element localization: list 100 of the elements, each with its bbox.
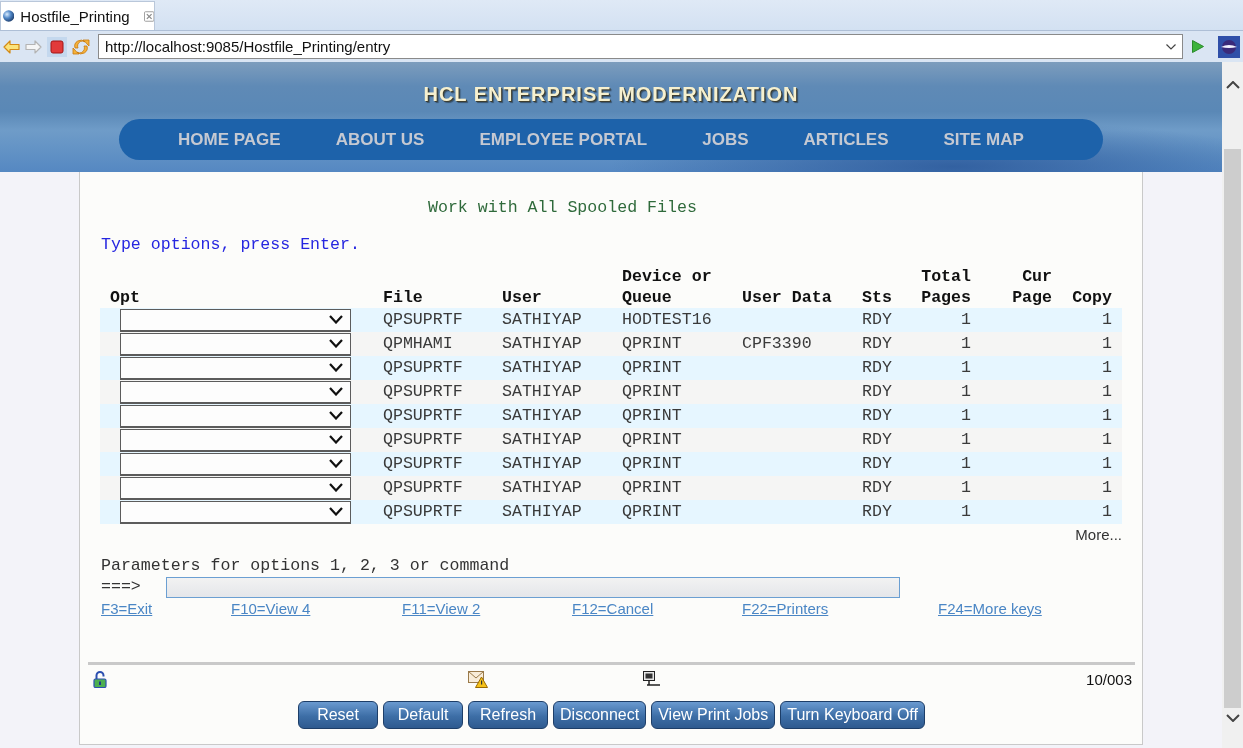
option-dropdown[interactable] [120,332,351,356]
table-cell: 1 [961,502,971,521]
chevron-down-icon[interactable] [329,507,343,516]
close-icon[interactable] [143,10,154,22]
play-icon[interactable] [1192,40,1204,53]
cursor-position: 10/003 [1086,670,1132,688]
option-dropdown[interactable] [120,428,351,452]
table-cell: 1 [961,382,971,401]
instruction-text: Type options, press Enter. [101,234,360,256]
function-key-link[interactable]: F24=More keys [938,599,1042,619]
stop-icon[interactable] [47,36,67,57]
table-cell: QPSUPRTF [383,406,463,425]
chevron-down-icon[interactable] [329,411,343,420]
function-key-link[interactable]: F22=Printers [742,599,829,619]
chevron-down-icon[interactable] [1166,43,1176,50]
table-cell: 1 [1102,454,1112,473]
function-key-link[interactable]: F10=View 4 [231,599,311,619]
screen-title: Work with All Spooled Files [428,197,697,219]
table-cell: RDY [862,358,892,377]
action-button[interactable]: Turn Keyboard Off [780,701,925,729]
chevron-down-icon[interactable] [329,483,343,492]
table-cell: QPSUPRTF [383,358,463,377]
chevron-down-icon[interactable] [329,339,343,348]
action-button[interactable]: Refresh [468,701,549,729]
table-cell: QPRINT [622,406,682,425]
column-header: User Data [742,288,832,307]
table-cell: SATHIYAP [502,310,582,329]
table-cell: SATHIYAP [502,382,582,401]
table-cell: 1 [961,334,971,353]
nav-link[interactable]: HOME PAGE [178,129,281,150]
column-header: User [502,288,542,307]
mail-warning-icon [468,670,488,688]
table-cell: 1 [1102,382,1112,401]
chevron-down-icon[interactable] [329,459,343,468]
chevron-down-icon[interactable] [1225,714,1240,722]
nav-link[interactable]: ARTICLES [803,129,889,150]
table-cell: QPRINT [622,502,682,521]
chevron-down-icon[interactable] [329,387,343,396]
table-cell: SATHIYAP [502,334,582,353]
function-key-link[interactable]: F11=View 2 [402,599,481,619]
table-cell: SATHIYAP [502,406,582,425]
table-cell: QPRINT [622,454,682,473]
nav-link[interactable]: EMPLOYEE PORTAL [479,129,648,150]
table-cell: 1 [961,358,971,377]
action-button[interactable]: Default [383,701,464,729]
table-cell: 1 [961,454,971,473]
table-cell: QPSUPRTF [383,454,463,473]
parameters-label: Parameters for options 1, 2, 3 or command [101,556,510,576]
column-header: Cur Page [1012,267,1052,307]
option-dropdown[interactable] [120,404,351,428]
table-cell: QPSUPRTF [383,430,463,449]
table-cell: 1 [961,310,971,329]
table-cell: QPSUPRTF [383,502,463,521]
table-cell: 1 [1102,502,1112,521]
table-cell: SATHIYAP [502,502,582,521]
action-button[interactable]: Disconnect [553,701,647,729]
table-cell: QPSUPRTF [383,478,463,497]
chevron-down-icon[interactable] [329,315,343,324]
command-input[interactable] [165,576,900,598]
table-cell: HODTEST16 [622,310,712,329]
scrollbar[interactable] [1222,62,1243,748]
column-header: Device or Queue [622,267,712,307]
table-cell: 1 [1102,310,1112,329]
table-cell: 1 [1102,406,1112,425]
nav-link[interactable]: ABOUT US [335,129,425,150]
site-title: HCL ENTERPRISE MODERNIZATION [423,82,799,106]
globe-icon [3,10,15,22]
table-cell: QPSUPRTF [383,310,463,329]
option-dropdown[interactable] [120,380,351,404]
prompt-text: ===> [101,577,141,597]
browser-tab[interactable]: Hostfile_Printing [0,1,155,30]
chevron-down-icon[interactable] [329,435,343,444]
nav-link[interactable]: SITE MAP [943,129,1024,150]
table-cell: 1 [961,406,971,425]
table-cell: RDY [862,454,892,473]
chevron-down-icon[interactable] [329,363,343,372]
option-dropdown[interactable] [120,308,351,332]
function-key-link[interactable]: F3=Exit [101,599,153,619]
address-field[interactable]: http://localhost:9085/Hostfile_Printing/entry [98,34,1183,59]
option-dropdown[interactable] [120,452,351,476]
action-button[interactable]: Reset [298,701,379,729]
table-cell: RDY [862,406,892,425]
table-cell: SATHIYAP [502,430,582,449]
table-cell: RDY [862,502,892,521]
table-cell: 1 [1102,334,1112,353]
table-cell: QPSUPRTF [383,382,463,401]
more-text: More... [1075,526,1122,543]
option-dropdown[interactable] [120,356,351,380]
table-cell: QPRINT [622,478,682,497]
open-padlock-icon [93,670,107,688]
option-dropdown[interactable] [120,476,351,500]
table-cell: RDY [862,430,892,449]
function-key-link[interactable]: F12=Cancel [572,599,654,619]
action-button[interactable]: View Print Jobs [651,701,776,729]
table-cell: SATHIYAP [502,454,582,473]
scrollbar-thumb[interactable] [1224,149,1241,708]
option-dropdown[interactable] [120,500,351,524]
chevron-up-icon[interactable] [1225,81,1240,89]
table-cell: 1 [1102,430,1112,449]
nav-link[interactable]: JOBS [702,129,749,150]
